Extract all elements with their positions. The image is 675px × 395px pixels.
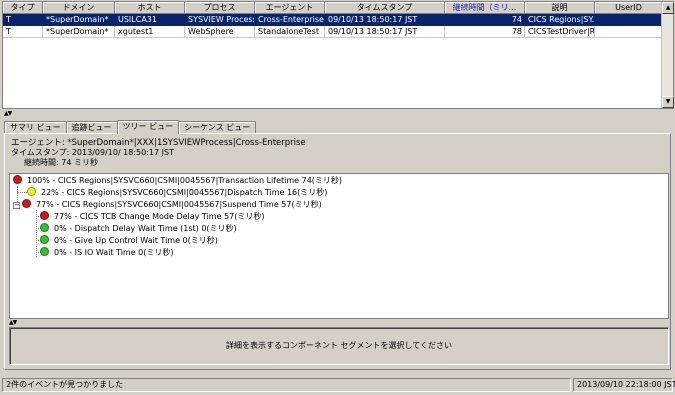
table-cell: Cross-Enterprise [255, 14, 325, 26]
trace-window: タイプ ドメイン ホスト プロセス エージェント タイムスタンプ 継続時間（ミリ... 説明 U… [0, 0, 675, 395]
table-cell [595, 26, 663, 38]
column-header[interactable]: 説明 [525, 2, 595, 14]
table-cell: USILCA31 [115, 14, 185, 26]
timestamp-label: タイムスタンプ: 2013/09/10/ 18:50:17 JST [11, 148, 174, 157]
split-arrows-icon[interactable]: ▲▼ [9, 319, 17, 326]
column-header[interactable]: タイプ [3, 2, 43, 14]
scroll-down-icon[interactable]: ▼ [662, 96, 674, 108]
table-cell: 74 [445, 14, 525, 26]
table-cell: 09/10/13 18:50:17 JST [325, 26, 445, 38]
events-table: タイプ ドメイン ホスト プロセス エージェント タイムスタンプ 継続時間（ミリ... 説明 U… [2, 1, 674, 109]
tab-view[interactable]: ツリー ビュー [116, 120, 180, 134]
trace-info: エージェント: *SuperDomain*|XXX|1SYSVIEWProces… [11, 138, 306, 168]
tree-node-label: 0% - IS IO Wait Time 0(ミリ秒) [54, 248, 174, 257]
table-header: タイプ ドメイン ホスト プロセス エージェント タイムスタンプ 継続時間（ミリ... 説明 U… [3, 2, 663, 14]
table-cell: StandaloneTest [255, 26, 325, 38]
table-cell: CICSTestDriver|R... [525, 26, 595, 38]
table-cell: 09/10/13 18:50:17 JST [325, 14, 445, 26]
tree-node-label: 0% - Dispatch Delay Wait Time (1st) 0(ミリ… [54, 224, 237, 233]
tree-node[interactable]: 100% - CICS Regions|SYSVC660|CSMI|004556… [13, 175, 342, 187]
detail-pane: 詳細を表示するコンポーネント セグメントを選択してください [9, 327, 669, 365]
table-cell: SYSVIEW Process [185, 14, 255, 26]
column-header[interactable]: ホスト [115, 2, 185, 14]
status-dot-icon [40, 235, 49, 244]
table-cell: CICS Regions|SY... [525, 14, 595, 26]
table-cell: *SuperDomain* [43, 26, 115, 38]
tree-node-label: 22% - CICS Regions|SYSVC660|CSMI|0045567… [41, 188, 328, 197]
status-dot-icon [22, 199, 31, 208]
status-dot-icon [40, 211, 49, 220]
tree-node[interactable]: 0% - Give Up Control Wait Time 0(ミリ秒) [40, 235, 218, 247]
table-row[interactable]: T *SuperDomain* xgutest1 WebSphere Standalon… [3, 26, 663, 38]
column-header[interactable]: UserID [595, 2, 663, 14]
column-header[interactable]: 継続時間（ミリ... [445, 2, 525, 14]
tree-node[interactable]: 0% - Dispatch Delay Wait Time (1st) 0(ミリ… [40, 223, 237, 235]
table-cell: WebSphere [185, 26, 255, 38]
tree-view-panel: エージェント: *SuperDomain*|XXX|1SYSVIEWProces… [4, 133, 671, 370]
column-header[interactable]: プロセス [185, 2, 255, 14]
agent-label: エージェント: *SuperDomain*|XXX|1SYSVIEWProces… [11, 138, 306, 148]
table-cell: 78 [445, 26, 525, 38]
tree-node[interactable]: 77% - CICS TCB Change Mode Delay Time 57… [40, 211, 264, 223]
tree-node[interactable]: 22% - CICS Regions|SYSVC660|CSMI|0045567… [27, 187, 327, 199]
column-header[interactable]: エージェント [255, 2, 325, 14]
table-cell: xgutest1 [115, 26, 185, 38]
table-cell: *SuperDomain* [43, 14, 115, 26]
tree-node-label: 100% - CICS Regions|SYSVC660|CSMI|004556… [27, 176, 343, 185]
scroll-up-icon[interactable]: ▲ [662, 2, 674, 14]
table-cell [595, 14, 663, 26]
table-body: T *SuperDomain* USILCA31 SYSVIEW Process Cro… [3, 14, 663, 38]
status-clock: 2013/09/10 22:18:00 JST [573, 378, 675, 392]
table-cell: T [3, 26, 43, 38]
status-dot-icon [40, 247, 49, 256]
table-cell: T [3, 14, 43, 26]
tree-node-label: 0% - Give Up Control Wait Time 0(ミリ秒) [54, 236, 218, 245]
status-dot-icon [27, 187, 36, 196]
split-arrows-icon[interactable]: ▲▼ [4, 110, 12, 117]
tree-node[interactable]: − 77% - CICS Regions|SYSVC660|CSMI|004556… [13, 199, 322, 211]
tree-node-label: 77% - CICS Regions|SYSVC660|CSMI|0045567… [36, 200, 322, 209]
column-header[interactable]: タイムスタンプ [325, 2, 445, 14]
duration-label: 継続時間: 74 ミリ秒 [24, 158, 98, 167]
collapse-icon[interactable]: − [13, 202, 20, 209]
status-message: 2件のイベントが見つかりました [2, 378, 571, 392]
vertical-scrollbar[interactable]: ▲ ▼ [661, 2, 674, 108]
column-header[interactable]: ドメイン [43, 2, 115, 14]
component-tree: 100% - CICS Regions|SYSVC660|CSMI|004556… [9, 173, 669, 319]
tree-node-label: 77% - CICS TCB Change Mode Delay Time 57… [54, 212, 265, 221]
table-row[interactable]: T *SuperDomain* USILCA31 SYSVIEW Process Cro… [3, 14, 663, 26]
status-dot-icon [40, 223, 49, 232]
status-bar: 2件のイベントが見つかりました 2013/09/10 22:18:00 JST [2, 378, 675, 392]
status-dot-icon [13, 175, 22, 184]
tree-node[interactable]: 0% - IS IO Wait Time 0(ミリ秒) [40, 247, 174, 259]
